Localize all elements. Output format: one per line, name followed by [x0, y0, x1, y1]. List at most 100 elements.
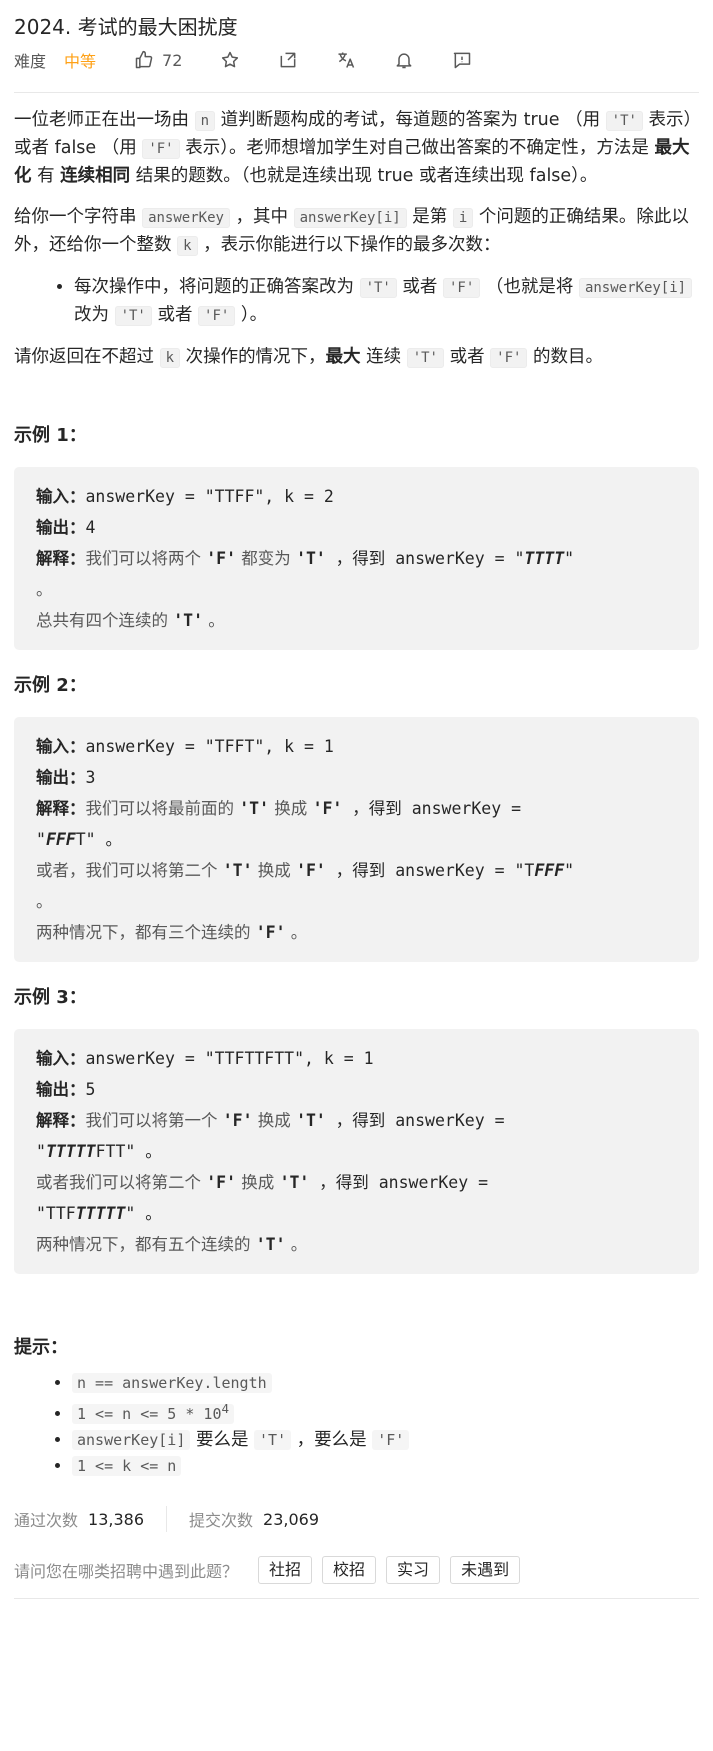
- like-button[interactable]: 72: [134, 50, 182, 70]
- text: ，其中: [229, 207, 294, 227]
- inline-code: 'F': [142, 139, 180, 159]
- emphasis: TTTTT: [75, 1204, 126, 1223]
- char: 'T': [239, 799, 270, 818]
- example-explanation-line: 解释：我们可以将最前面的 'T' 换成 'F' ，得到 answerKey =: [36, 793, 677, 824]
- inline-code: answerKey[i]: [293, 208, 407, 228]
- favorite-button[interactable]: [220, 50, 240, 70]
- output-label: 输出：: [36, 768, 86, 787]
- tag-campus-recruit[interactable]: 校招: [322, 1556, 377, 1584]
- translate-button[interactable]: [336, 50, 356, 70]
- text: 连续: [360, 347, 407, 367]
- example-explanation-line: 总共有四个连续的 'T' 。: [36, 605, 677, 636]
- inline-code: 'F': [198, 306, 236, 326]
- text: 每次操作中，将问题的正确答案改为: [74, 277, 360, 297]
- inline-code: 'T': [359, 278, 397, 298]
- char: 'F': [312, 799, 343, 818]
- submitted-label: 提交次数: [189, 1511, 254, 1530]
- example-output: 3: [85, 768, 96, 787]
- text: 1 <= n <= 5 * 10: [77, 1405, 222, 1423]
- text: 换成: [269, 799, 313, 818]
- share-icon: [280, 52, 296, 68]
- text: 次操作的情况下，: [180, 347, 326, 367]
- example-output: 5: [85, 1080, 96, 1099]
- hints-title: 提示：: [14, 1337, 68, 1358]
- emphasis: TTTT: [524, 549, 565, 568]
- text: 两种情况下，都有五个连续的: [36, 1235, 256, 1254]
- text: 我们可以将第一个: [85, 1111, 223, 1130]
- description-paragraph-1: 一位老师正在出一场由 n 道判断题构成的考试，每道题的答案为 true （用 '…: [14, 107, 699, 190]
- inline-code: n: [194, 111, 215, 131]
- text: 的数目。: [527, 347, 603, 367]
- example-explanation-line: 或者，我们可以将第二个 'T' 换成 'F' ，得到 answerKey = "…: [36, 855, 677, 886]
- inline-code: 1 <= k <= n: [72, 1456, 182, 1476]
- example-1-block: 输入：answerKey = "TTFF", k = 2 输出：4 解释：我们可…: [14, 467, 699, 650]
- text: 或者我们可以将第二个: [36, 1173, 207, 1192]
- text: ，得到 answerKey = ": [325, 549, 525, 568]
- tag-not-encountered[interactable]: 未遇到: [450, 1556, 521, 1584]
- text: ": [564, 861, 575, 880]
- recruit-survey: 请问您在哪类招聘中遇到此题？ 社招 校招 实习 未遇到: [14, 1556, 699, 1599]
- text: T" 。: [75, 830, 123, 849]
- constraints-list: n == answerKey.length 1 <= n <= 5 * 104 …: [14, 1371, 699, 1478]
- example-3-title: 示例 3：: [14, 987, 87, 1008]
- char: 'T': [279, 1173, 310, 1192]
- inline-code: 'T': [406, 348, 444, 368]
- superscript: 4: [221, 1401, 230, 1416]
- text: 结果的题数。（也就是连续出现 true 或者连续出现 false）。: [130, 166, 598, 186]
- text: ": [36, 1142, 46, 1161]
- translate-icon: [338, 52, 355, 68]
- text: " 。: [125, 1204, 162, 1223]
- text: ，得到 answerKey =: [309, 1173, 489, 1192]
- example-2-title: 示例 2：: [14, 675, 87, 696]
- text: 要么是: [190, 1430, 255, 1450]
- problem-description: 一位老师正在出一场由 n 道判断题构成的考试，每道题的答案为 true （用 '…: [14, 107, 699, 1478]
- text: 。: [36, 892, 53, 911]
- explanation-label: 解释：: [36, 799, 86, 818]
- output-label: 输出：: [36, 518, 86, 537]
- char: 'F': [296, 861, 326, 880]
- input-label: 输入：: [36, 487, 86, 506]
- tag-social-recruit[interactable]: 社招: [258, 1556, 313, 1584]
- text: （也就是将: [480, 277, 579, 297]
- char: 'F': [206, 549, 237, 568]
- feedback-button[interactable]: [452, 50, 472, 70]
- example-output-line: 输出：5: [36, 1074, 677, 1105]
- text: 给你一个字符串: [14, 207, 143, 227]
- text: ，表示你能进行以下操作的最多次数：: [197, 235, 501, 255]
- problem-title: 2024. 考试的最大困扰度: [14, 15, 238, 39]
- example-explanation-line: 两种情况下，都有三个连续的 'F' 。: [36, 917, 677, 948]
- example-explanation-line: "FFFT" 。: [36, 824, 677, 855]
- problem-page: 2024. 考试的最大困扰度 难度 中等 72 一位老师正在出一场由 n 道判断…: [0, 12, 713, 1599]
- text: ，要么是: [291, 1430, 373, 1450]
- tag-internship[interactable]: 实习: [386, 1556, 441, 1584]
- example-input: answerKey = "TFFT", k = 1: [85, 737, 334, 756]
- emphasis: TTTTT: [45, 1142, 96, 1161]
- inline-code: k: [159, 348, 180, 368]
- inline-code: 'F': [372, 1430, 410, 1450]
- inline-code: answerKey[i]: [72, 1430, 191, 1450]
- operation-list: 每次操作中，将问题的正确答案改为 'T' 或者 'F' （也就是将 answer…: [14, 274, 699, 330]
- notification-button[interactable]: [394, 50, 414, 70]
- emphasis: FFF: [534, 861, 565, 880]
- explanation-label: 解释：: [36, 1111, 86, 1130]
- output-label: 输出：: [36, 1080, 86, 1099]
- bold-text: 最大: [325, 347, 361, 367]
- example-2-block: 输入：answerKey = "TFFT", k = 1 输出：3 解释：我们可…: [14, 717, 699, 962]
- char: 'T': [173, 611, 204, 630]
- text: 。: [285, 1235, 308, 1254]
- share-button[interactable]: [278, 50, 298, 70]
- text: ": [36, 830, 46, 849]
- description-paragraph-2: 给你一个字符串 answerKey ，其中 answerKey[i] 是第 i …: [14, 204, 699, 260]
- text: 。: [36, 580, 53, 599]
- example-explanation-line: "TTFTTTTT" 。: [36, 1198, 677, 1229]
- bold-text: 连续相同: [60, 166, 131, 186]
- list-item: 每次操作中，将问题的正确答案改为 'T' 或者 'F' （也就是将 answer…: [74, 274, 699, 330]
- text: 有: [31, 166, 61, 186]
- inline-code: 'T': [605, 111, 643, 131]
- char: 'T': [255, 1235, 286, 1254]
- accepted-count: 13,386: [88, 1509, 144, 1529]
- char: 'F': [206, 1173, 237, 1192]
- example-output: 4: [85, 518, 96, 537]
- text: 换成: [236, 1173, 280, 1192]
- input-label: 输入：: [36, 737, 86, 756]
